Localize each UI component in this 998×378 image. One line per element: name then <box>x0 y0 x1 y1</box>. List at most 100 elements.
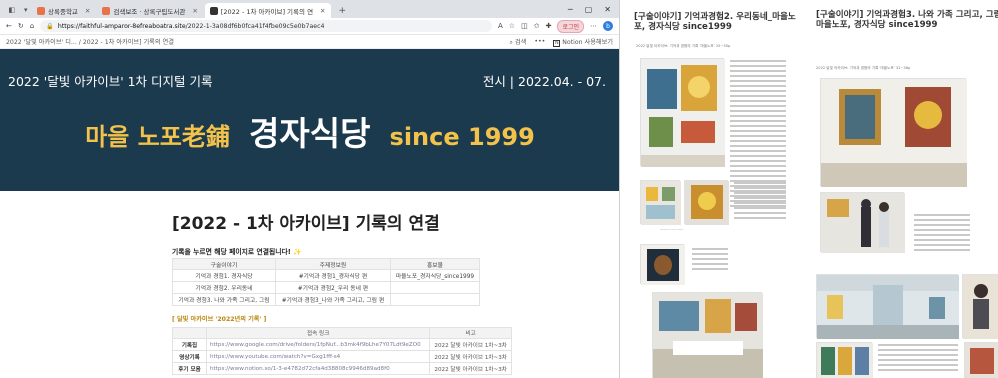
row-note: 2022 달빛 아카이브 1차~3차 <box>429 362 512 375</box>
table-link[interactable]: 기억과 경험3. 나와 가족 그리고, 그림 <box>172 293 276 306</box>
browser-window: ◧ ▾ 상록중학교 ✕ 검색보조 · 상록구립도서관 ✕ [2022 - 1차 … <box>0 0 620 378</box>
try-notion-button[interactable]: N Notion 사용해보기 <box>553 37 613 47</box>
tab-2[interactable]: 검색보조 · 상록구립도서관 ✕ <box>97 3 202 18</box>
copilot-icon[interactable]: b <box>603 21 613 31</box>
doc-title: [구술이야기] 기억과경험2. 우리동네_마을노포, 경자식당 since199… <box>634 12 796 32</box>
tab-label: 상록중학교 <box>48 7 78 16</box>
home-icon[interactable]: ⌂ <box>30 22 34 30</box>
sidebar-icon[interactable]: ◧ <box>8 6 15 14</box>
table-row: 기억과 경험2. 우리동네 #기억과 경험2_우리 동네 편 <box>172 281 481 294</box>
split-screen-icon[interactable]: ◫ <box>521 22 528 30</box>
more-menu-icon[interactable]: ⋯ <box>590 22 597 30</box>
banner-left-text: 2022 '달빛 아카이브' 1차 디지털 기록 <box>8 74 213 89</box>
table-link[interactable]: 마을노포_경자식당_since1999 <box>389 269 481 282</box>
table-link[interactable]: https://www.youtube.com/watch?v=Gxg1fff-… <box>205 350 431 363</box>
reload-icon[interactable]: ↻ <box>18 22 24 30</box>
exhibit-room-photo <box>652 292 763 378</box>
row-key: 기록집 <box>172 338 207 351</box>
more-options-icon[interactable]: ••• <box>534 38 545 45</box>
paintings-art <box>817 343 873 378</box>
doc-caption: ───── ─── ─── <box>660 228 684 232</box>
tab-favicon-icon <box>102 6 111 15</box>
table-header: 구술이야기 <box>172 258 276 270</box>
banner-right-text: 전시 | 2022.04. - 07. <box>482 74 606 89</box>
banner-title-main: 경자식당 <box>248 114 371 153</box>
read-aloud-icon[interactable]: A <box>498 22 503 30</box>
tab-actions-icon[interactable]: ▾ <box>24 6 28 14</box>
row-key: 후기 모음 <box>172 362 207 375</box>
table-row: 기억과 경험3. 나와 가족 그리고, 그림 #기억과 경험3_나와 가족 그리… <box>172 293 481 306</box>
table-header <box>172 327 207 339</box>
breadcrumb[interactable]: 2022 '달빛 아카이브' 디... / 2022 - 1차 아카이브] 기록… <box>6 37 174 46</box>
table-link[interactable]: #기억과 경험3_나와 가족 그리고, 그림 편 <box>274 293 391 306</box>
exhibit-room-art <box>653 293 763 378</box>
doc-title: [구술이야기] 기억과경험3. 나와 가족 그리고, 그림_마을노포, 경자식당… <box>816 10 998 30</box>
url-path: /2022-1-3a08df6b0fca41f4fbe09c5e0b7aec4 <box>185 22 325 30</box>
wall-display-art <box>641 181 681 225</box>
profile-button[interactable]: 로그인 <box>557 19 584 33</box>
doc-text-column <box>692 248 728 273</box>
minimize-icon[interactable]: ─ <box>568 5 573 14</box>
close-tab-icon[interactable]: ✕ <box>192 7 197 15</box>
url-host: https://faithful-amparor-8efreaboatra.si… <box>57 22 186 30</box>
row-note: 2022 달빛 아카이브 1차~3차 <box>429 338 512 351</box>
document-page-2: [구술이야기] 기억과경험3. 나와 가족 그리고, 그림_마을노포, 경자식당… <box>806 0 998 378</box>
table-cell-empty <box>389 293 481 306</box>
table-link[interactable]: #기억과 경험2_우리 동네 편 <box>274 281 391 294</box>
table-row: 기록집 https://www.google.com/drive/folders… <box>172 338 512 351</box>
close-tab-icon[interactable]: ✕ <box>85 7 90 15</box>
table-link[interactable]: https://www.google.com/drive/folders/1fp… <box>205 338 431 351</box>
gallery-photo-art <box>641 59 725 167</box>
row-key: 영상기록 <box>172 350 207 363</box>
records-table: 구술이야기 주제정보원 홍보물 기억과 경험1. 경자식당 #기억과 경험1_경… <box>172 258 481 306</box>
new-tab-button[interactable]: + <box>333 3 353 18</box>
banner-title-prefix: 마을 노포老鋪 <box>85 123 230 151</box>
doc-subtitle: 2022 달빛 아카이브: 기억과 경험의 기록 '마을노포' 31~36p <box>816 66 911 70</box>
tab-1[interactable]: 상록중학교 ✕ <box>32 3 95 18</box>
paintings-photo <box>816 342 873 378</box>
page-title: [2022 - 1차 아카이브] 기록의 연결 <box>172 214 440 234</box>
doc-subtitle: 2022 달빛 아카이브: 기억과 경험의 기록 '마을노포' 25~30p <box>636 44 731 48</box>
tab-3-active[interactable]: [2022 - 1차 아카이브] 기록의 연 ✕ <box>204 3 331 18</box>
address-bar-row: ← ↻ ⌂ 🔒 https://faithful-amparor-8efreab… <box>0 18 619 35</box>
extensions-icon[interactable]: ✚ <box>546 22 552 30</box>
close-tab-icon[interactable]: ✕ <box>320 7 325 15</box>
artwork-detail-art <box>965 343 998 378</box>
tab-strip: ◧ ▾ 상록중학교 ✕ 검색보조 · 상록구립도서관 ✕ [2022 - 1차 … <box>0 0 619 18</box>
document-page-1: [구술이야기] 기억과경험2. 우리동네_마을노포, 경자식당 since199… <box>630 0 796 378</box>
search-icon[interactable]: ⌕ 검색 <box>510 37 527 47</box>
gallery-photo <box>640 58 725 167</box>
dog-painting-photo <box>640 244 685 285</box>
url-field[interactable]: 🔒 https://faithful-amparor-8efreaboatra.… <box>40 20 492 32</box>
window-menu[interactable]: ◧ ▾ <box>4 2 32 18</box>
lock-icon: 🔒 <box>46 23 54 30</box>
table-link[interactable]: 기억과 경험1. 경자식당 <box>172 269 276 282</box>
page-content: [2022 - 1차 아카이브] 기록의 연결 기록을 누르면 해당 페이지로 … <box>0 191 619 378</box>
table-row: 영상기록 https://www.youtube.com/watch?v=Gxg… <box>172 350 512 363</box>
tab-label: [2022 - 1차 아카이브] 기록의 연 <box>220 7 314 16</box>
back-icon[interactable]: ← <box>6 22 12 30</box>
favorite-star-icon[interactable]: ☆ <box>509 22 515 30</box>
close-window-icon[interactable]: ✕ <box>604 5 611 14</box>
gallery-wall-art <box>821 79 967 187</box>
subnote: 기록을 누르면 해당 페이지로 연결됩니다! ✨ <box>172 246 302 256</box>
gallery-wall-photo <box>820 78 967 187</box>
tab-label: 검색보조 · 상록구립도서관 <box>113 7 186 16</box>
table-row: 후기 모음 https://www.notion.so/1-3-e4782d72… <box>172 362 512 375</box>
table-link[interactable]: #기억과 경험1_경자식당 편 <box>274 269 391 282</box>
tab-favicon-icon <box>37 6 45 15</box>
table-header: 접속 링크 <box>205 327 431 339</box>
dog-painting-art <box>641 245 685 285</box>
table-link[interactable]: https://www.notion.so/1-3-e4782d72cfa4d3… <box>205 362 431 375</box>
table-header: 비고 <box>429 327 512 339</box>
doc-text-column <box>734 182 786 222</box>
wall-display-photo <box>640 180 681 225</box>
table-header: 홍보물 <box>389 258 481 270</box>
table-link[interactable]: 기억과 경험2. 우리동네 <box>172 281 276 294</box>
maximize-icon[interactable]: ▢ <box>585 5 593 14</box>
table-row: 기억과 경험1. 경자식당 #기억과 경험1_경자식당 편 마을노포_경자식당_… <box>172 269 481 282</box>
notion-logo-icon: N <box>553 39 561 47</box>
favorites-icon[interactable]: ✩ <box>534 22 540 30</box>
search-label: 검색 <box>514 38 527 46</box>
cover-banner: 2022 '달빛 아카이브' 1차 디지털 기록 전시 | 2022.04. -… <box>0 49 619 191</box>
